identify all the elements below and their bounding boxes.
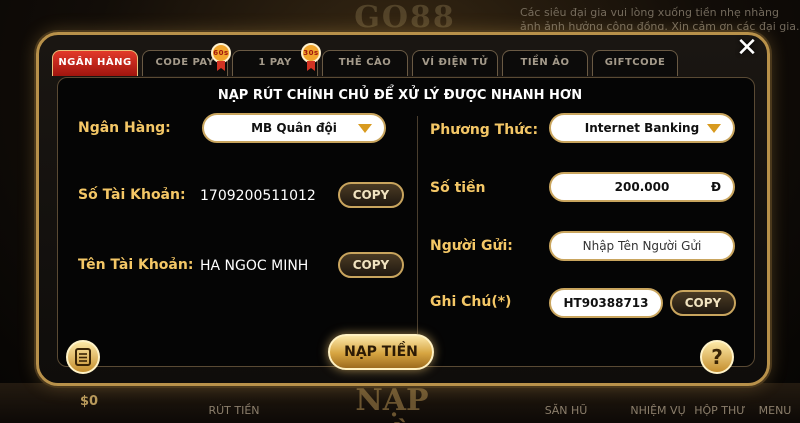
tab-1pay[interactable]: 1 PAY 30s <box>232 43 321 76</box>
column-divider <box>417 116 418 334</box>
menu-menu-item[interactable]: MENU <box>752 404 798 417</box>
balance-display: $0 <box>80 394 99 409</box>
payment-tabs: NGÂN HÀNG CODE PAY 60s 1 PAY 30s THẺ CÀO V… <box>52 43 678 76</box>
bottom-bar: $0 RÚT TIỀN NẠP TIỀN SĂN HŨ NHIỆM VỤ HỘP… <box>0 383 800 423</box>
page-title: NẠP RÚT CHÍNH CHỦ ĐỂ XỬ LÝ ĐƯỢC NHANH HƠ… <box>217 88 583 103</box>
deposit-button[interactable]: NẠP TIỀN <box>328 334 434 370</box>
timer-badge: 30s <box>301 43 321 63</box>
method-label: Phương Thức: <box>430 122 539 138</box>
mailbox-menu-item[interactable]: HỘP THƯ <box>690 404 750 417</box>
amount-field[interactable]: 200.000 Đ <box>549 172 735 202</box>
tab-crypto[interactable]: TIỀN ẢO <box>502 50 588 76</box>
copy-account-name-button[interactable]: COPY <box>338 252 404 278</box>
chevron-down-icon <box>707 124 721 133</box>
jackpot-menu-item[interactable]: SĂN HŨ <box>536 404 596 417</box>
copy-account-number-button[interactable]: COPY <box>338 182 404 208</box>
withdraw-menu-item[interactable]: RÚT TIỀN <box>204 404 264 417</box>
timer-badge: 60s <box>211 43 231 63</box>
deposit-menu-item[interactable]: NẠP TIỀN <box>312 381 472 421</box>
sender-label: Người Gửi: <box>430 238 513 254</box>
amount-label: Số tiền <box>430 180 486 196</box>
note-label: Ghi Chú(*) <box>430 294 512 310</box>
account-name-value: HA NGOC MINH <box>200 258 309 274</box>
copy-note-button[interactable]: COPY <box>670 290 736 316</box>
tab-giftcode[interactable]: GIFTCODE <box>592 50 678 76</box>
tab-card[interactable]: THẺ CÀO <box>322 50 408 76</box>
account-name-label: Tên Tài Khoản: <box>78 257 194 273</box>
bank-select[interactable]: MB Quân đội <box>202 113 386 143</box>
currency-unit: Đ <box>710 180 721 194</box>
sender-name-field[interactable]: Nhập Tên Người Gửi <box>549 231 735 261</box>
close-icon[interactable]: ✕ <box>730 34 764 62</box>
chevron-down-icon <box>358 124 372 133</box>
account-number-value: 1709200511012 <box>200 188 316 204</box>
note-field[interactable]: HT90388713 <box>549 288 663 318</box>
account-number-label: Số Tài Khoản: <box>78 187 186 203</box>
deposit-modal <box>36 32 770 386</box>
tab-code-pay[interactable]: CODE PAY 60s <box>142 43 231 76</box>
help-icon[interactable]: ? <box>700 340 734 374</box>
tab-e-wallet[interactable]: VÍ ĐIỆN TỬ <box>412 50 498 76</box>
tab-bank[interactable]: NGÂN HÀNG <box>52 50 138 76</box>
history-icon[interactable] <box>66 340 100 374</box>
mission-menu-item[interactable]: NHIỆM VỤ <box>628 404 688 417</box>
bank-label: Ngân Hàng: <box>78 120 171 136</box>
method-select[interactable]: Internet Banking <box>549 113 735 143</box>
